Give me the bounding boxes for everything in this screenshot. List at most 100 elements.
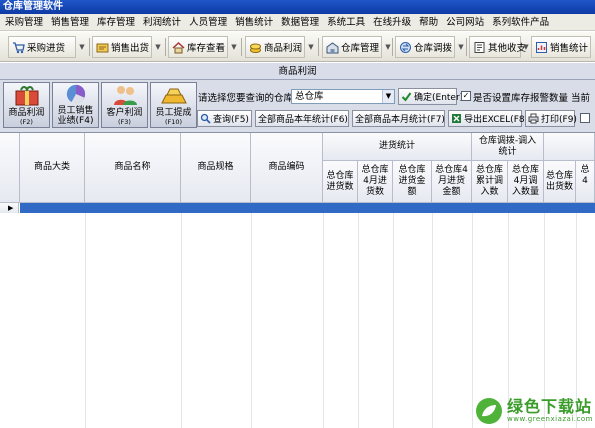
- purchase-button[interactable]: 采购进货: [8, 36, 76, 58]
- chevron-down-icon[interactable]: ▼: [382, 90, 394, 103]
- header-line: 总仓库: [326, 170, 354, 181]
- transfer-dropdown-icon[interactable]: ▼: [456, 36, 466, 58]
- print-button[interactable]: 打印(F9): [525, 110, 577, 127]
- menu-sales-stats[interactable]: 销售统计: [230, 14, 276, 31]
- print-label: 打印(F9): [541, 115, 577, 125]
- warehouse-icon: [326, 41, 339, 53]
- stock-label: 库存查看: [187, 43, 226, 54]
- header-line: 进货金: [398, 176, 426, 186]
- column-header-partial[interactable]: 总 4: [576, 161, 595, 203]
- big-customer-profit-button[interactable]: 客户利润 (F3): [101, 82, 148, 128]
- transfer-button[interactable]: 仓库调拨: [395, 36, 455, 58]
- extra-checkbox[interactable]: [580, 113, 590, 123]
- other-button[interactable]: 其他收支: [469, 36, 526, 58]
- column-header-name[interactable]: 商品名称: [85, 133, 181, 203]
- column-header-shipment-qty[interactable]: 总仓库 出货数: [544, 161, 576, 203]
- toolbar-divider: [241, 38, 242, 56]
- header-line: 总仓库: [398, 165, 426, 175]
- menu-products[interactable]: 系列软件产品: [487, 14, 552, 31]
- watermark: 绿色下载站 www.greenxiazai.com: [474, 394, 595, 428]
- purchase-dropdown-icon[interactable]: ▼: [77, 36, 87, 58]
- big-customer-profit-key: (F3): [118, 118, 131, 126]
- watermark-url: www.greenxiazai.com: [507, 414, 593, 423]
- toolbar-divider: [165, 38, 166, 56]
- big-staff-sales-label2: 业绩(F4): [57, 116, 94, 126]
- big-staff-commission-button[interactable]: 员工提成 (F10): [150, 82, 197, 128]
- menu-stock[interactable]: 库存管理: [92, 14, 138, 31]
- stats-label: 销售统计: [550, 43, 589, 54]
- column-header-spec[interactable]: 商品规格: [181, 133, 251, 203]
- header-line: 总仓库: [545, 170, 573, 181]
- excel-icon: [452, 114, 461, 123]
- row-pointer-icon[interactable]: ▶: [0, 203, 19, 213]
- menu-upgrade[interactable]: 在线升级: [368, 14, 414, 31]
- month-stats-button[interactable]: 全部商品本月统计(F7): [352, 110, 445, 127]
- section-title: 商品利润: [0, 63, 595, 80]
- alarm-checkbox[interactable]: ✓: [461, 91, 471, 101]
- menu-purchase[interactable]: 采购管理: [0, 14, 46, 31]
- stock-dropdown-icon[interactable]: ▼: [229, 36, 239, 58]
- printer-icon: [528, 113, 539, 124]
- column-divider: [358, 203, 359, 428]
- stock-button[interactable]: 库存查看: [168, 36, 228, 58]
- group-header-transfer: 仓库调拨-调入 统计: [472, 133, 544, 161]
- big-product-profit-label: 商品利润: [8, 108, 45, 118]
- column-header-total-purchase-qty[interactable]: 总仓库 进货数: [323, 161, 358, 203]
- toolbar: 采购进货 ▼ 销售出货 ▼ 库存查看 ▼ 商品利润 ▼ 仓库管理 ▼ 仓库调拨 …: [0, 32, 595, 62]
- big-product-profit-button[interactable]: 商品利润 (F2): [3, 82, 50, 128]
- column-header-april-purchase-qty[interactable]: 总仓库 4月进 货数: [358, 161, 393, 203]
- column-header-code[interactable]: 商品编码: [251, 133, 323, 203]
- column-header-purchase-amount[interactable]: 总仓库 进货金 额: [393, 161, 432, 203]
- cart-icon: [13, 41, 25, 53]
- current-label: 当前: [571, 93, 591, 104]
- column-header-transfer-in-total[interactable]: 总仓库 累计调 入数: [472, 161, 508, 203]
- stats-button[interactable]: 销售统计: [531, 36, 591, 58]
- big-staff-sales-button[interactable]: 员工销售 业绩(F4): [52, 82, 99, 128]
- transfer-label: 仓库调拨: [414, 43, 453, 54]
- column-header-april-purchase-amount[interactable]: 总仓库4 月进货 金额: [432, 161, 472, 203]
- data-grid[interactable]: 商品大类 商品名称 商品规格 商品编码 进货统计 仓库调拨-调入 统计 总仓库 …: [0, 132, 595, 428]
- query-button[interactable]: 查询(F5): [197, 110, 252, 127]
- coins-icon: [250, 43, 261, 53]
- warehouse-button[interactable]: 仓库管理: [322, 36, 382, 58]
- month-stats-label: 全部商品本月统计(F7): [355, 115, 445, 125]
- profit-button[interactable]: 商品利润: [245, 36, 305, 58]
- warehouse-prompt: 请选择您要查询的仓库: [198, 93, 294, 104]
- export-excel-button[interactable]: 导出EXCEL(F8): [448, 110, 528, 127]
- profit-dropdown-icon[interactable]: ▼: [306, 36, 316, 58]
- menu-staff[interactable]: 人员管理: [184, 14, 230, 31]
- column-header-april-transfer-in[interactable]: 总仓库 4月调 入数量: [508, 161, 544, 203]
- group-header-transfer-line2: 统计: [498, 146, 517, 157]
- header-line: 额: [407, 187, 417, 197]
- pie-chart-icon: [66, 84, 85, 104]
- menu-data[interactable]: 数据管理: [276, 14, 322, 31]
- leaf-logo-icon: [476, 398, 502, 424]
- other-dropdown-icon[interactable]: ▼: [521, 36, 531, 58]
- column-divider: [181, 203, 182, 428]
- gift-box-icon: [15, 86, 38, 106]
- export-excel-label: 导出EXCEL(F8): [464, 115, 529, 125]
- header-line: 月进货: [437, 176, 465, 186]
- ledger-icon: [474, 41, 485, 53]
- big-product-profit-key: (F2): [20, 118, 33, 126]
- confirm-button[interactable]: 确定(Enter): [398, 88, 463, 105]
- sales-button[interactable]: 销售出货: [92, 36, 152, 58]
- header-line: 总仓库4: [435, 165, 468, 175]
- header-line: 入数量: [511, 187, 539, 197]
- menu-help[interactable]: 帮助: [414, 14, 441, 31]
- group-header-transfer-line1: 仓库调拨-调入: [478, 135, 537, 146]
- header-line: 4: [582, 176, 588, 186]
- profit-label: 商品利润: [264, 43, 303, 54]
- column-header-category[interactable]: 商品大类: [20, 133, 85, 203]
- menu-tools[interactable]: 系统工具: [322, 14, 368, 31]
- warehouse-select[interactable]: 总仓库 ▼: [291, 89, 395, 104]
- table-row-selected[interactable]: [20, 203, 595, 213]
- menu-website[interactable]: 公司网站: [441, 14, 487, 31]
- year-stats-button[interactable]: 全部商品本年统计(F6): [255, 110, 349, 127]
- header-line: 总仓库: [511, 165, 539, 175]
- sales-dropdown-icon[interactable]: ▼: [153, 36, 163, 58]
- column-divider: [323, 203, 324, 428]
- menu-sales[interactable]: 销售管理: [46, 14, 92, 31]
- menu-profit[interactable]: 利润统计: [138, 14, 184, 31]
- header-line: 4月进: [363, 176, 387, 186]
